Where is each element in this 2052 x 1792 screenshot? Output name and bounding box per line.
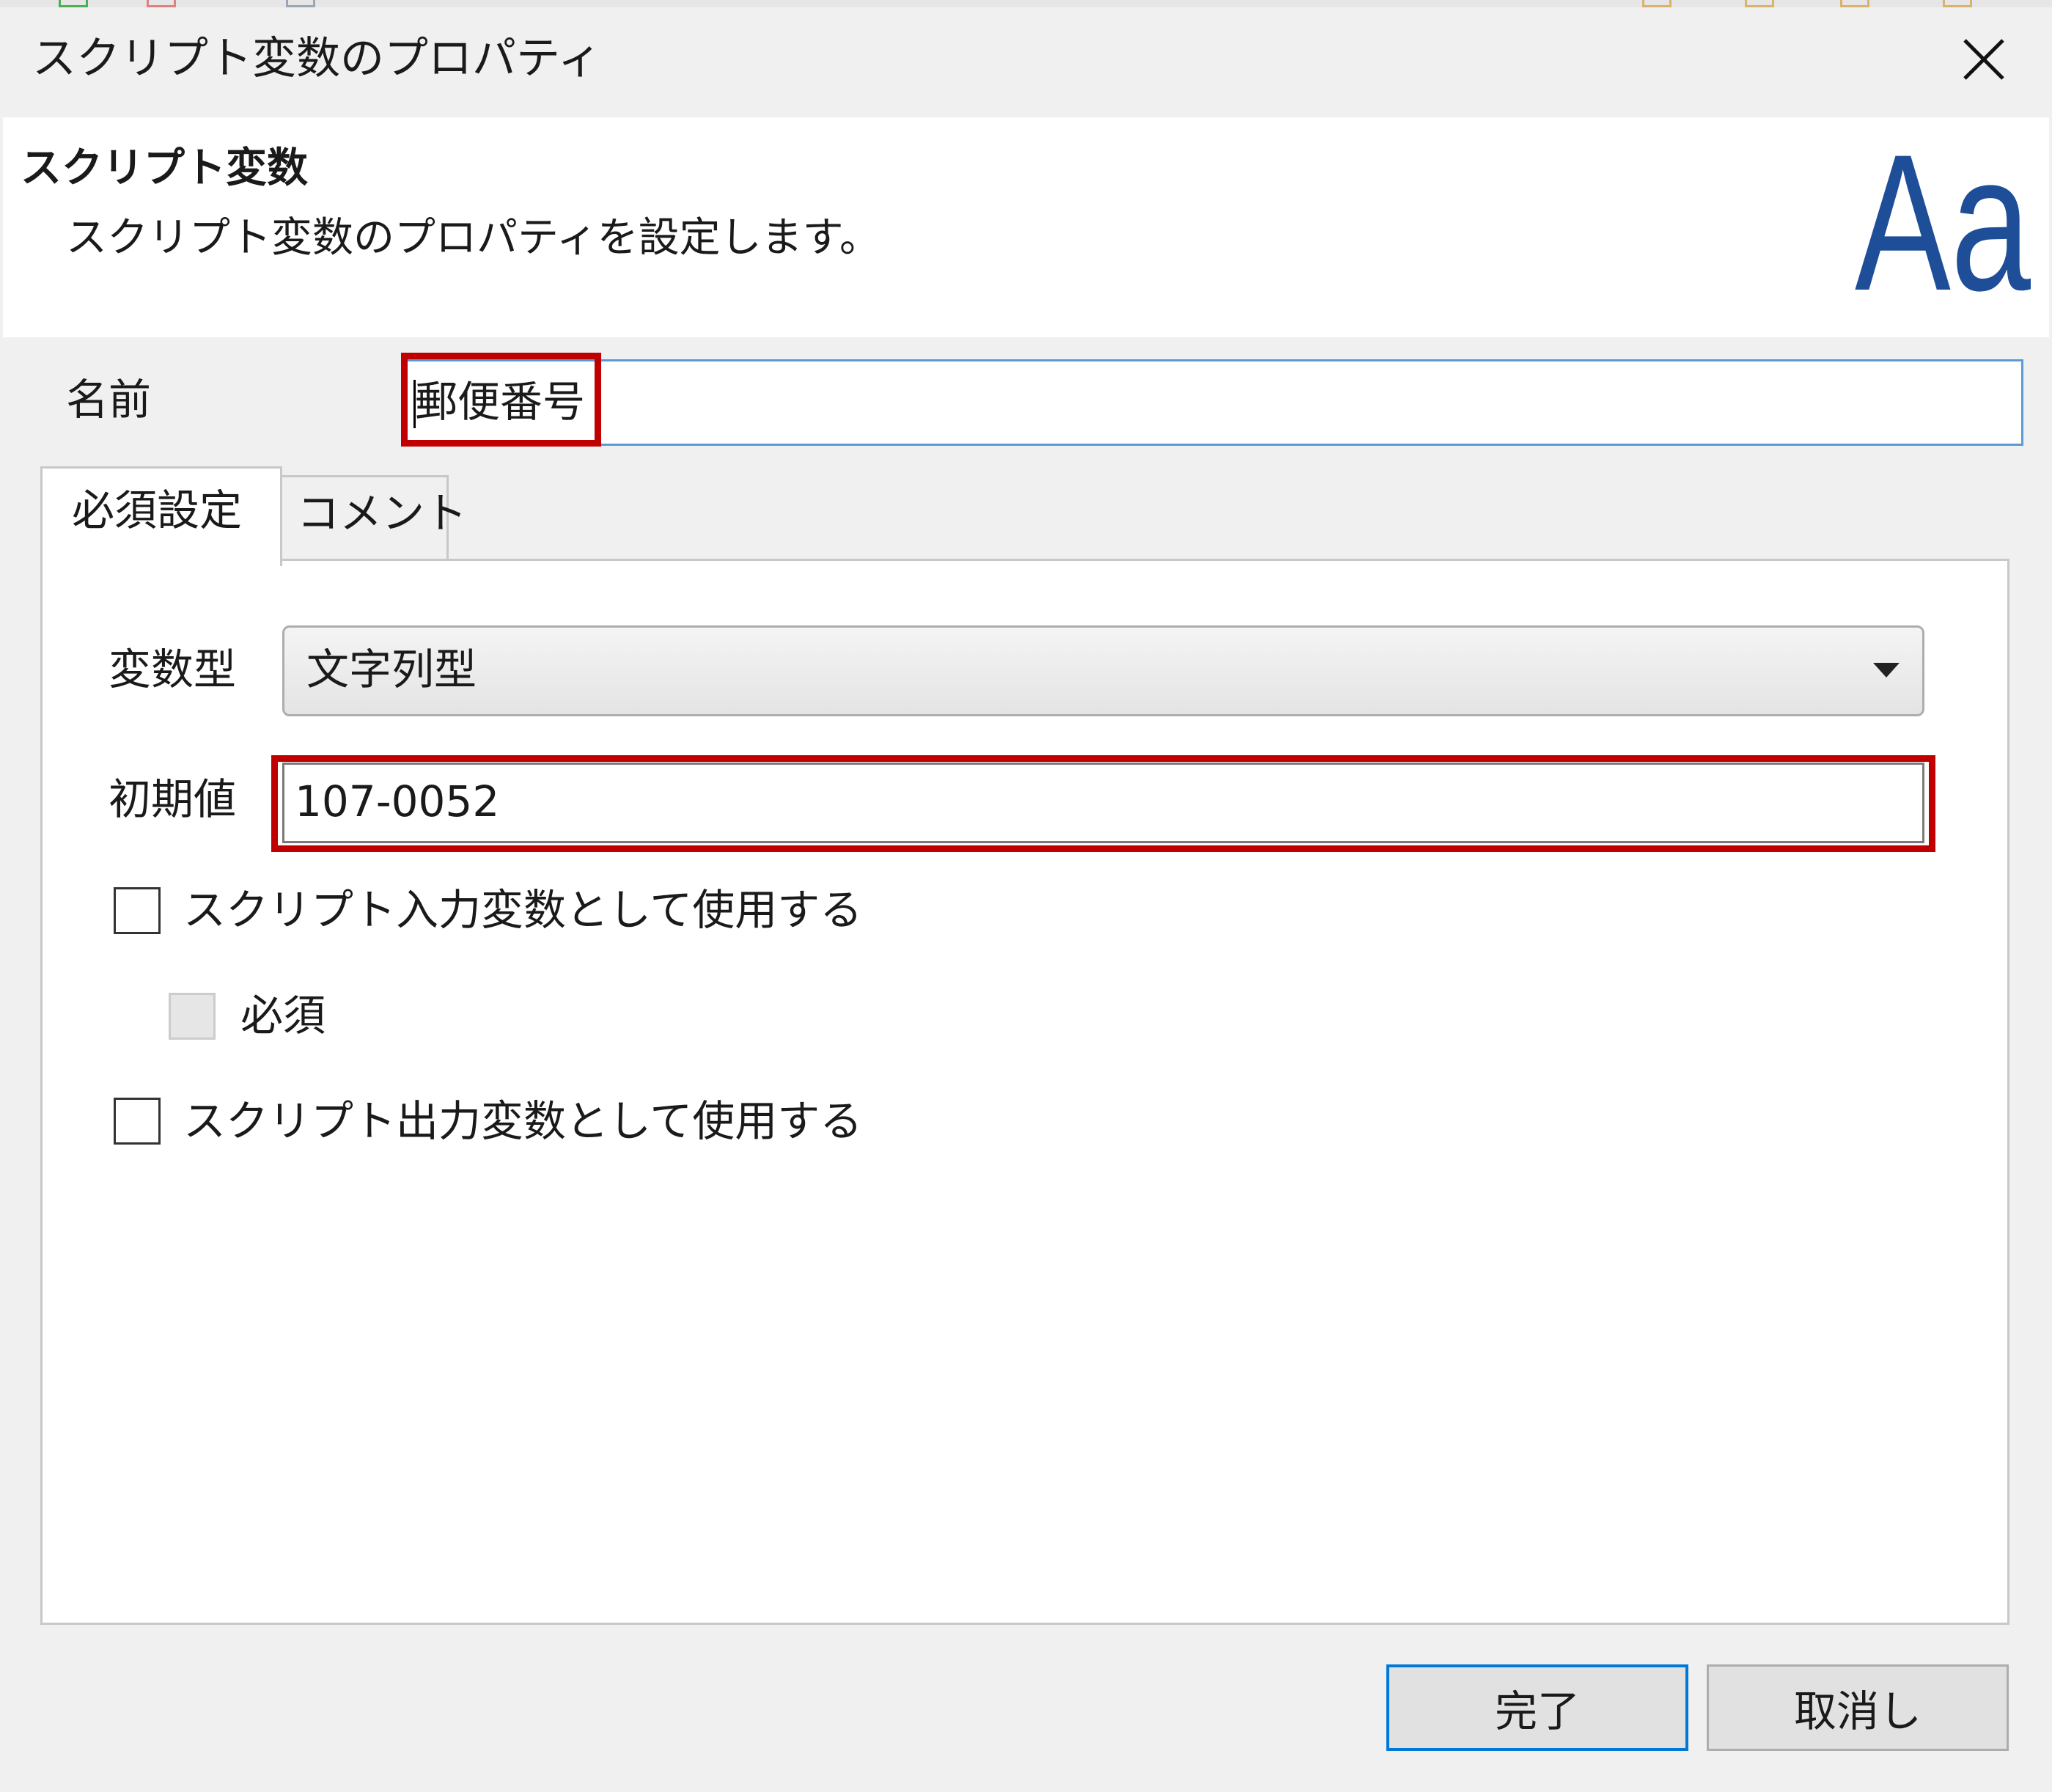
script-output-var-checkbox[interactable]	[114, 1098, 161, 1145]
header-title: スクリプト変数	[21, 144, 308, 192]
header-description: スクリプト変数のプロパティを設定します。	[66, 214, 881, 262]
tab-comment-label: コメント	[297, 488, 468, 538]
cancel-button[interactable]: 取消し	[1707, 1664, 2009, 1751]
parent-toolbar-icon	[59, 0, 88, 7]
parent-toolbar-icon	[1840, 0, 1869, 7]
parent-toolbar-icon	[147, 0, 176, 7]
close-icon	[1963, 39, 2004, 80]
logo-text: Aa	[1855, 139, 2031, 308]
dialog-title: スクリプト変数のプロパティ	[32, 33, 602, 84]
parent-toolbar-icon	[1943, 0, 1972, 7]
name-highlight-box	[401, 353, 601, 447]
finish-button[interactable]: 完了	[1386, 1664, 1688, 1751]
required-checkbox[interactable]	[169, 993, 216, 1040]
close-button[interactable]	[1947, 26, 2020, 92]
script-input-var-checkbox[interactable]	[114, 887, 161, 934]
parent-toolbar-icon	[286, 0, 315, 7]
parent-toolbar-icon	[1745, 0, 1774, 7]
script-input-var-label[interactable]: スクリプト入力変数として使用する	[183, 884, 862, 936]
tab-required-settings-label: 必須設定	[72, 485, 243, 535]
variable-type-value: 文字列型	[306, 645, 477, 694]
script-output-var-label[interactable]: スクリプト出力変数として使用する	[183, 1095, 862, 1147]
tab-panel	[40, 559, 2009, 1625]
name-label: 名前	[66, 375, 152, 425]
initial-value-highlight-box	[271, 755, 1935, 852]
variable-type-label: 変数型	[109, 645, 237, 694]
parent-toolbar-icon	[1642, 0, 1672, 7]
variable-type-select[interactable]	[282, 625, 1924, 716]
chevron-down-icon	[1873, 663, 1900, 677]
name-input[interactable]	[403, 359, 2023, 446]
initial-value-label: 初期値	[109, 774, 237, 824]
font-aa-icon: Aa	[1855, 139, 2031, 308]
required-label: 必須	[240, 991, 326, 1040]
